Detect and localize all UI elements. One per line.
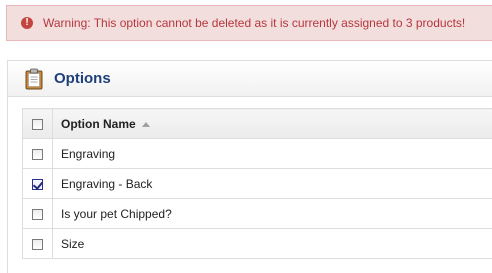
option-name-cell: Engraving - Back bbox=[52, 168, 492, 199]
options-table: Option Name Engraving Engraving - Back I… bbox=[22, 108, 492, 259]
select-all-checkbox[interactable] bbox=[32, 118, 43, 130]
option-name-header-label: Option Name bbox=[61, 116, 136, 131]
checkmark-icon bbox=[32, 178, 44, 190]
page-title: Options bbox=[54, 70, 111, 87]
exclamation-icon: ! bbox=[21, 17, 33, 29]
row-checkbox-checked[interactable] bbox=[32, 178, 44, 190]
warning-message: Warning: This option cannot be deleted a… bbox=[43, 16, 466, 30]
table-row: Engraving - Back bbox=[22, 168, 492, 199]
row-checkbox-cell bbox=[22, 138, 53, 169]
select-all-cell bbox=[22, 108, 53, 139]
row-checkbox[interactable] bbox=[32, 148, 43, 160]
row-checkbox-cell bbox=[22, 198, 53, 229]
options-panel: Options Option Name Engraving Engraving … bbox=[7, 60, 492, 273]
option-name-cell: Size bbox=[52, 228, 492, 259]
row-checkbox[interactable] bbox=[32, 208, 43, 220]
sort-asc-icon bbox=[141, 121, 150, 127]
clipboard-icon bbox=[25, 68, 43, 89]
option-name-header[interactable]: Option Name bbox=[52, 108, 492, 139]
row-checkbox[interactable] bbox=[32, 238, 43, 250]
panel-heading: Options bbox=[8, 61, 492, 97]
table-header-row: Option Name bbox=[22, 108, 492, 139]
table-row: Is your pet Chipped? bbox=[22, 198, 492, 229]
row-checkbox-cell bbox=[22, 228, 53, 259]
option-name-cell: Is your pet Chipped? bbox=[52, 198, 492, 229]
option-name-cell: Engraving bbox=[52, 138, 492, 169]
table-row: Engraving bbox=[22, 138, 492, 169]
warning-alert: ! Warning: This option cannot be deleted… bbox=[6, 5, 492, 41]
row-checkbox-cell bbox=[22, 168, 53, 199]
table-row: Size bbox=[22, 228, 492, 259]
